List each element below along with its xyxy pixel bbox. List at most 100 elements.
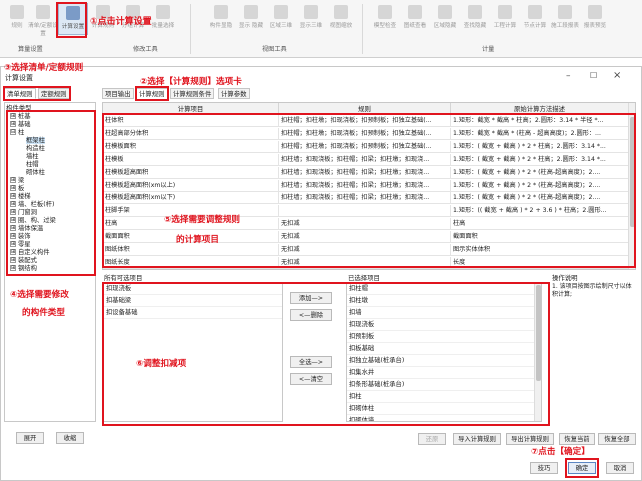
annotation-step-5-line2: 的计算项目: [176, 235, 219, 245]
tree-item-label: 砌体柱: [26, 169, 45, 176]
preview-icon: [588, 5, 602, 19]
expand-icon[interactable]: ⊞: [10, 185, 16, 191]
ribbon-separator: [190, 4, 191, 54]
tree-item-label: 梁: [18, 177, 25, 184]
ribbon-button-show-3d[interactable]: 显示三维: [296, 3, 326, 35]
annotation-step-5-line1: ⑤选择需要调整规则: [164, 215, 241, 225]
instructions-title: 操作说明: [552, 274, 578, 282]
expand-icon[interactable]: ⊞: [10, 233, 16, 239]
annotation-step-3: ③选择清单/定额规则: [4, 63, 84, 73]
drawing-icon: [408, 5, 422, 19]
ribbon-button-batch-select[interactable]: 批量选择: [148, 3, 178, 35]
ribbon-button-node-calc[interactable]: 节点计算: [520, 3, 550, 35]
ribbon-button-area-3d[interactable]: 区域三维: [266, 3, 296, 35]
tree-item[interactable]: ⊞ 基础: [10, 121, 31, 129]
check-icon: [378, 5, 392, 19]
ribbon-button-project-calc[interactable]: 工程计算: [490, 3, 520, 35]
ribbon-button-show-hide[interactable]: 显示 隐藏: [236, 3, 266, 35]
highlight-rule-tabs: [3, 86, 71, 101]
tree-item[interactable]: 框架柱: [26, 137, 45, 145]
close-button[interactable]: ×: [613, 70, 621, 81]
tree-item[interactable]: ⊞ 墙、栏板(杆): [10, 201, 54, 209]
tree-item-label: 装饰: [18, 233, 31, 240]
tab-project-output[interactable]: 项目输出: [102, 88, 134, 99]
ribbon-button-find-hide[interactable]: 查找隐藏: [460, 3, 490, 35]
tree-item[interactable]: ⊞ 楼梯: [10, 193, 31, 201]
annotation-step-6: ⑥调整扣减项: [136, 359, 187, 369]
expand-icon[interactable]: ⊞: [10, 225, 16, 231]
expand-button[interactable]: 展开: [16, 432, 44, 444]
ribbon-button-component-visibility[interactable]: 构件显隐: [206, 3, 236, 35]
tree-item-label: 零星: [18, 241, 31, 248]
expand-icon[interactable]: ⊞: [10, 265, 16, 271]
import-rules-button[interactable]: 导入计算规则: [453, 433, 501, 445]
instructions-text: 1. 该项目按图示绘制尺寸以体积计算;: [552, 283, 632, 298]
collapse-button[interactable]: 收缩: [56, 432, 84, 444]
tree-item-label: 钢结构: [18, 265, 37, 272]
group-label-view-tools: 视图工具: [262, 46, 287, 53]
expand-icon[interactable]: ⊞: [10, 257, 16, 263]
restore-button[interactable]: 还原: [418, 433, 446, 445]
tree-item[interactable]: ⊞ 钢结构: [10, 265, 37, 273]
cube-icon: [304, 5, 318, 19]
tree-item[interactable]: 构造柱: [26, 145, 45, 153]
tree-item[interactable]: 柱帽: [26, 161, 39, 169]
ribbon-button-view-zoom[interactable]: 视图缩放: [326, 3, 356, 35]
tree-item-label: 墙体保温: [18, 225, 44, 232]
maximize-button[interactable]: ☐: [590, 71, 597, 80]
annotation-step-4-line2: 的构件类型: [22, 308, 65, 318]
tree-item[interactable]: ⊞ 墙体保温: [10, 225, 43, 233]
expand-icon[interactable]: ⊞: [10, 201, 16, 207]
dialog-title: 计算设置: [5, 74, 33, 82]
tree-item-label: 自定义构件: [18, 249, 50, 256]
ribbon-button-area-hide[interactable]: 区域隐藏: [430, 3, 460, 35]
tree-item[interactable]: ⊞ 装饰: [10, 233, 31, 241]
restore-all-button[interactable]: 恢复全部: [598, 433, 636, 445]
export-rules-button[interactable]: 导出计算规则: [506, 433, 554, 445]
expand-icon[interactable]: ⊞: [10, 193, 16, 199]
tree-item[interactable]: ⊞ 梁: [10, 177, 24, 185]
rules-icon: [10, 5, 24, 19]
tree-item[interactable]: 墙柱: [26, 153, 39, 161]
tree-item[interactable]: ⊞ 零星: [10, 241, 31, 249]
tree-item[interactable]: 砌体柱: [26, 169, 45, 177]
expand-icon[interactable]: ⊞: [10, 249, 16, 255]
tree-item[interactable]: ⊞ 装配式: [10, 257, 37, 265]
selected-items-header: 已选择项目: [348, 274, 380, 282]
minimize-button[interactable]: –: [566, 71, 571, 81]
expand-icon[interactable]: ⊞: [10, 177, 16, 183]
ribbon-button-stage-report[interactable]: 施工段报表: [550, 3, 580, 35]
tree-item-label: 板: [18, 185, 25, 192]
tree-item[interactable]: ⊞ 板: [10, 185, 24, 193]
expand-icon[interactable]: ⊞: [10, 209, 16, 215]
tree-item-label: 圈、构、过梁: [18, 217, 56, 224]
tree-item-label: 桩基: [18, 113, 31, 120]
ribbon-button-bill-quota-settings[interactable]: 清单/定额设置: [28, 3, 58, 37]
highlight-calc-rules-tab: [135, 86, 169, 101]
tree-item[interactable]: ⊞ 门窗洞: [10, 209, 37, 217]
collapse-icon[interactable]: ⊟: [10, 129, 16, 135]
restore-current-button[interactable]: 恢复当前: [559, 433, 595, 445]
tree-item[interactable]: ⊞ 自定义构件: [10, 249, 49, 257]
expand-icon[interactable]: ⊞: [10, 121, 16, 127]
expand-icon[interactable]: ⊞: [10, 217, 16, 223]
cancel-button[interactable]: 取消: [606, 462, 634, 474]
expand-icon[interactable]: ⊞: [10, 113, 16, 119]
tab-calc-rule-conditions[interactable]: 计算规则条件: [170, 88, 215, 99]
ribbon-button-model-check[interactable]: 模型检查: [370, 3, 400, 35]
list-settings-icon: [36, 5, 50, 19]
expand-icon[interactable]: ⊞: [10, 241, 16, 247]
tree-item-label: 楼梯: [18, 193, 31, 200]
tree-item[interactable]: ⊟ 柱: [10, 129, 24, 137]
tree-item-label: 门窗洞: [18, 209, 37, 216]
ribbon-button-drawing-view[interactable]: 图纸查看: [400, 3, 430, 35]
tree-item-label: 构造柱: [26, 145, 45, 152]
batch-select-icon: [156, 5, 170, 19]
ribbon-separator: [362, 4, 363, 54]
tree-item[interactable]: ⊞ 圈、构、过梁: [10, 217, 56, 225]
ribbon-button-report-preview[interactable]: 报表预览: [580, 3, 610, 35]
tab-calc-params[interactable]: 计算参数: [218, 88, 250, 99]
tips-button[interactable]: 技巧: [530, 462, 558, 474]
tree-item[interactable]: ⊞ 桩基: [10, 113, 31, 121]
report-icon: [558, 5, 572, 19]
